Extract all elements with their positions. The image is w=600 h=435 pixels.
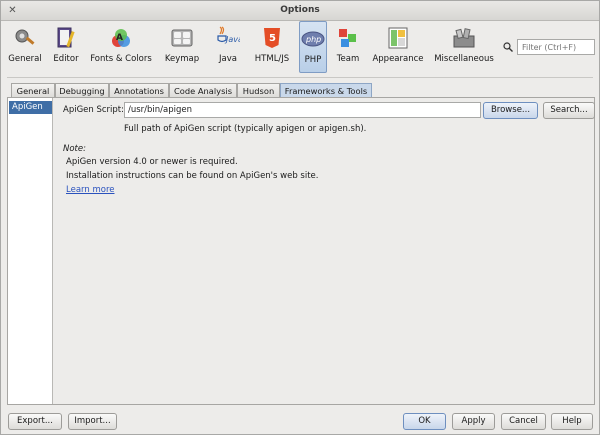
category-label: Miscellaneous (434, 54, 494, 64)
filter-box (503, 39, 595, 56)
category-general[interactable]: General (5, 21, 45, 73)
frameworks-list: ApiGen (8, 98, 53, 404)
html5-icon: 5 (264, 28, 280, 48)
category-label: PHP (304, 55, 322, 65)
php-icon: php (301, 31, 325, 47)
category-label: Team (336, 54, 360, 64)
category-html-js[interactable]: 5 HTML/JS (253, 21, 291, 73)
note-version-text: ApiGen version 4.0 or newer is required. (66, 157, 238, 167)
java-icon: Java (217, 26, 240, 44)
category-editor[interactable]: Editor (49, 21, 83, 73)
svg-text:5: 5 (269, 33, 276, 44)
general-icon (15, 29, 35, 45)
note-title: Note: (63, 144, 86, 154)
toolbar-separator (7, 77, 593, 78)
apigen-script-field[interactable] (124, 102, 481, 118)
category-label: General (8, 54, 42, 64)
team-icon (339, 29, 356, 47)
category-php[interactable]: php PHP (299, 21, 327, 73)
learn-more-link[interactable]: Learn more (66, 185, 114, 195)
svg-text:php: php (305, 35, 321, 44)
tab-annotations[interactable]: Annotations (109, 83, 169, 98)
help-button[interactable]: Help (551, 413, 593, 430)
tab-hudson[interactable]: Hudson (237, 83, 280, 98)
title-bar: ✕ Options (1, 1, 599, 21)
frameworks-tools-panel: ApiGen ApiGen Script: Browse... Search..… (7, 97, 595, 405)
editor-icon (57, 27, 75, 48)
export-button[interactable]: Export... (8, 413, 62, 430)
tab-code-analysis[interactable]: Code Analysis (169, 83, 237, 98)
tab-general[interactable]: General (11, 83, 55, 98)
ok-button[interactable]: OK (403, 413, 446, 430)
sidebar-item-apigen[interactable]: ApiGen (9, 101, 52, 114)
category-toolbar: General Editor A Fonts & Colors Keymap J… (1, 21, 599, 77)
search-button[interactable]: Search... (543, 102, 595, 119)
svg-text:A: A (116, 33, 123, 43)
fonts-colors-icon: A (112, 29, 130, 47)
category-label: Fonts & Colors (90, 54, 152, 64)
browse-button[interactable]: Browse... (483, 102, 538, 119)
apigen-script-label: ApiGen Script: (63, 105, 124, 115)
import-button[interactable]: Import... (68, 413, 117, 430)
category-appearance[interactable]: Appearance (369, 21, 427, 73)
note-install-text: Installation instructions can be found o… (66, 171, 319, 181)
category-label: Keymap (164, 54, 200, 64)
tab-frameworks-tools[interactable]: Frameworks & Tools (280, 83, 372, 98)
apply-button[interactable]: Apply (452, 413, 495, 430)
category-label: Java (219, 54, 237, 64)
category-team[interactable]: Team (331, 21, 365, 73)
category-label: Appearance (372, 54, 424, 64)
appearance-icon (388, 27, 408, 49)
category-java[interactable]: Java Java (209, 21, 247, 73)
keymap-icon (171, 29, 193, 47)
window-title: Options (280, 5, 320, 15)
category-miscellaneous[interactable]: Miscellaneous (432, 21, 496, 73)
category-fonts-colors[interactable]: A Fonts & Colors (89, 21, 153, 73)
miscellaneous-icon (453, 28, 475, 48)
cancel-button[interactable]: Cancel (501, 413, 546, 430)
category-label: HTML/JS (254, 54, 290, 64)
tab-debugging[interactable]: Debugging (55, 83, 109, 98)
filter-input[interactable] (517, 39, 595, 55)
search-icon (503, 42, 513, 52)
options-window: ✕ Options General Editor A Fonts & Color… (0, 0, 600, 435)
category-keymap[interactable]: Keymap (160, 21, 204, 73)
apigen-script-hint: Full path of ApiGen script (typically ap… (124, 124, 367, 134)
svg-text:Java: Java (224, 35, 240, 44)
category-label: Editor (53, 54, 79, 64)
